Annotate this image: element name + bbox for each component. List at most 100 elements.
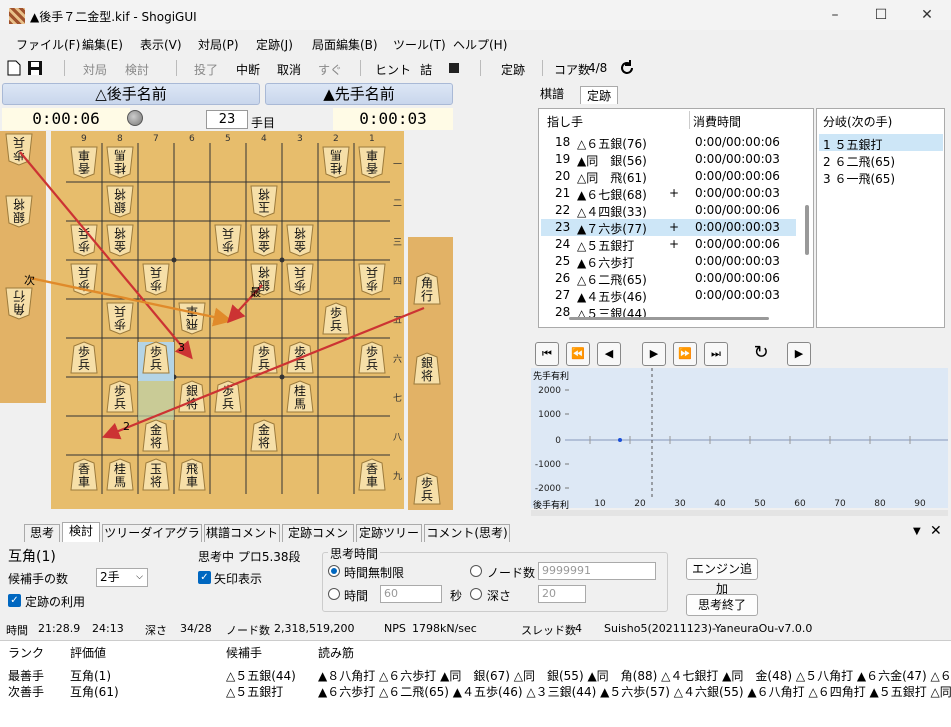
tab-tree-diagram[interactable]: ツリーダイアグラム bbox=[102, 524, 202, 556]
forward-icon[interactable]: ▶ bbox=[642, 342, 666, 366]
kifu-row[interactable]: 26 △６二飛(65) 0:00/00:00:06 bbox=[541, 270, 796, 287]
menu-help[interactable]: ヘルプ(H) bbox=[453, 36, 507, 53]
pv-list[interactable]: ランク 評価値 候補手 読み筋 最善手 互角(1) △５五銀(44) ▲８八角打 △６… bbox=[0, 640, 951, 727]
depth-input[interactable]: 20 bbox=[538, 585, 586, 603]
info-time1: 21:28.9 bbox=[38, 622, 81, 635]
first-move-icon[interactable]: ⏮ bbox=[535, 342, 559, 366]
tab-joseki[interactable]: 定跡 bbox=[580, 86, 619, 104]
graph-xtick: 20 bbox=[634, 499, 646, 508]
menu-edit[interactable]: 編集(E) bbox=[82, 36, 123, 53]
add-engine-button[interactable]: エンジン追加 bbox=[686, 558, 758, 596]
back-10-icon[interactable]: ⏪ bbox=[566, 342, 590, 366]
kifu-move: ▲７六歩(77) bbox=[577, 222, 647, 236]
tabs-dropdown-icon[interactable]: ▼ bbox=[913, 526, 921, 537]
minimize-button[interactable]: – bbox=[812, 0, 858, 30]
show-arrow-checkbox[interactable]: ✓ bbox=[198, 571, 211, 584]
kifu-row[interactable]: 27 ▲４五歩(46) 0:00/00:00:03 bbox=[541, 287, 796, 304]
branch-item[interactable]: 1 ５五銀打 bbox=[823, 136, 882, 153]
tab-kifu[interactable]: 棋譜 bbox=[540, 85, 564, 102]
joseki-button[interactable]: 定跡 bbox=[501, 61, 525, 78]
arrow-2 bbox=[101, 306, 425, 440]
menu-file[interactable]: ファイル(F) bbox=[16, 36, 80, 53]
new-file-icon[interactable] bbox=[7, 60, 21, 76]
candidates-label: 候補手の数 bbox=[8, 572, 69, 586]
show-arrow-label: 矢印表示 bbox=[214, 572, 263, 586]
play-icon[interactable]: ▶ bbox=[787, 342, 811, 366]
info-threads: 4 bbox=[575, 622, 582, 635]
taikyoku-button[interactable]: 対局 bbox=[83, 61, 107, 78]
kifu-row[interactable]: 25 ▲６六歩打 0:00/00:00:03 bbox=[541, 253, 796, 270]
graph-point bbox=[618, 438, 622, 442]
refresh-icon[interactable] bbox=[618, 59, 636, 77]
branch-item[interactable]: 2 ６二飛(65) bbox=[823, 153, 895, 170]
kifu-row[interactable]: 23 ▲７六歩(77) +0:00/00:00:03 bbox=[541, 219, 796, 236]
sugu-button[interactable]: すぐ bbox=[318, 61, 342, 78]
eval-graph[interactable]: 先手有利 後手有利 2000 1000 0 -1000 -2000 10 20 30 40 50 6… bbox=[531, 368, 948, 511]
menu-view[interactable]: 表示(V) bbox=[140, 36, 182, 53]
info-time2: 24:13 bbox=[92, 622, 124, 635]
kifu-move: △５五銀打 bbox=[577, 239, 635, 253]
menu-play[interactable]: 対局(P) bbox=[198, 36, 239, 53]
kifu-row[interactable]: 20 △同 飛(61) 0:00/00:00:06 bbox=[541, 168, 796, 185]
time-radio[interactable] bbox=[328, 588, 340, 600]
use-joseki-checkbox[interactable]: ✓ bbox=[8, 594, 21, 607]
candidates-select[interactable]: 2手 ⌵ bbox=[96, 568, 148, 587]
move-number-input[interactable]: 23 bbox=[206, 110, 248, 129]
kifu-move-number: 26 bbox=[555, 271, 571, 285]
kento-button[interactable]: 検討 bbox=[125, 61, 149, 78]
kifu-move: ▲同 銀(56) bbox=[577, 154, 647, 168]
resign-button[interactable]: 投了 bbox=[194, 61, 218, 78]
branch-item[interactable]: 3 ６一飛(65) bbox=[823, 170, 895, 187]
back-icon[interactable]: ◀ bbox=[597, 342, 621, 366]
tab-thinking[interactable]: 思考 bbox=[24, 524, 60, 542]
pv-head-line: 読み筋 bbox=[318, 646, 355, 660]
menu-position-edit[interactable]: 局面編集(B) bbox=[312, 36, 378, 53]
info-depth-label: 深さ bbox=[145, 624, 167, 637]
kifu-hscrollbar[interactable] bbox=[569, 317, 769, 320]
kifu-row[interactable]: 22 △４四銀(33) 0:00/00:00:06 bbox=[541, 202, 796, 219]
nodes-input[interactable]: 9999991 bbox=[538, 562, 656, 580]
tab-joseki-tree[interactable]: 定跡ツリー bbox=[356, 524, 422, 542]
arrow-label-3: 3 bbox=[178, 341, 185, 354]
kifu-mark: + bbox=[669, 237, 680, 251]
kifu-row[interactable]: 18 △６五銀(76) 0:00/00:00:06 bbox=[541, 134, 796, 151]
graph-xtick: 50 bbox=[754, 499, 766, 508]
graph-scrollbar[interactable] bbox=[531, 510, 948, 516]
stop-thinking-button[interactable]: 思考終了 bbox=[686, 594, 758, 616]
stop-icon[interactable] bbox=[449, 63, 459, 73]
kifu-row[interactable]: 21 ▲６七銀(68) +0:00/00:00:03 bbox=[541, 185, 796, 202]
interrupt-button[interactable]: 中断 bbox=[236, 61, 260, 78]
kifu-list[interactable]: 指し手 消費時間 18 △６五銀(76) 0:00/00:00:06 19 ▲同 銀(5… bbox=[538, 108, 814, 328]
tab-analysis[interactable]: 検討 bbox=[62, 522, 100, 542]
tab-joseki-comment[interactable]: 定跡コメント bbox=[282, 524, 354, 556]
nodes-radio[interactable] bbox=[470, 565, 482, 577]
kifu-move-number: 24 bbox=[555, 237, 571, 251]
menu-tools[interactable]: ツール(T) bbox=[393, 36, 446, 53]
menu-joseki[interactable]: 定跡(J) bbox=[256, 36, 293, 53]
graph-xtick: 90 bbox=[914, 499, 926, 508]
graph-ytick: 0 bbox=[555, 436, 561, 446]
kifu-move: △６五銀(76) bbox=[577, 137, 647, 151]
last-move-icon[interactable]: ⏭ bbox=[704, 342, 728, 366]
kifu-scrollbar[interactable] bbox=[805, 205, 809, 255]
rotate-icon[interactable]: ↻ bbox=[749, 342, 773, 366]
maximize-button[interactable]: ☐ bbox=[858, 0, 904, 30]
depth-radio[interactable] bbox=[470, 588, 482, 600]
kifu-row[interactable]: 19 ▲同 銀(56) 0:00/00:00:03 bbox=[541, 151, 796, 168]
kifu-time: 0:00/00:00:06 bbox=[695, 203, 780, 217]
undo-button[interactable]: 取消 bbox=[277, 61, 301, 78]
kifu-row[interactable]: 24 △５五銀打 +0:00/00:00:06 bbox=[541, 236, 796, 253]
close-button[interactable]: ✕ bbox=[904, 0, 950, 30]
kifu-time: 0:00/00:00:03 bbox=[695, 186, 780, 200]
pv-head-rank: ランク bbox=[8, 646, 45, 660]
tsume-button[interactable]: 詰 bbox=[420, 61, 432, 78]
time-input[interactable]: 60 bbox=[380, 585, 442, 603]
forward-10-icon[interactable]: ⏩ bbox=[673, 342, 697, 366]
branch-list[interactable]: 分岐(次の手) 1 ５五銀打 2 ６二飛(65) 3 ６一飛(65) bbox=[816, 108, 945, 328]
tabs-close-icon[interactable]: ✕ bbox=[930, 523, 942, 539]
hint-button[interactable]: ヒント bbox=[375, 61, 411, 78]
unlimited-radio[interactable] bbox=[328, 565, 340, 577]
save-icon[interactable] bbox=[27, 60, 43, 76]
tab-comment-thinking[interactable]: コメント(思考) bbox=[424, 524, 510, 542]
tab-kifu-comment[interactable]: 棋譜コメント bbox=[204, 524, 280, 542]
